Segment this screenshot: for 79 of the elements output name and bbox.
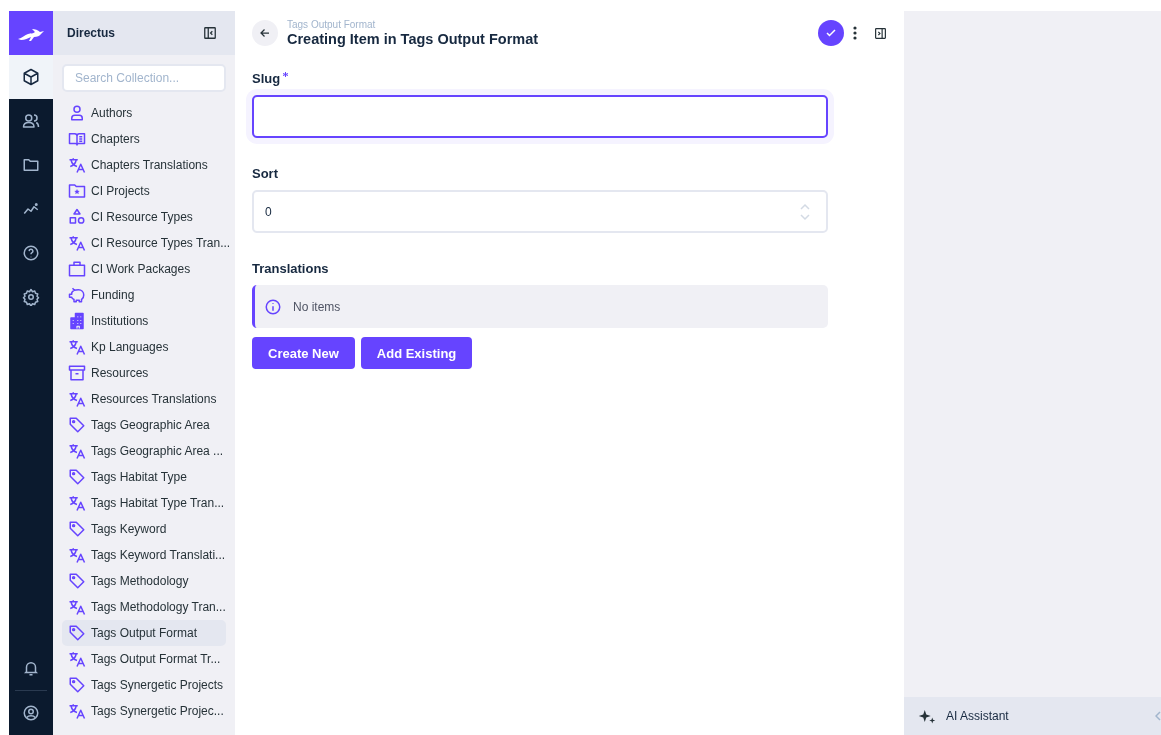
collection-item[interactable]: Resources (62, 360, 226, 386)
collection-item[interactable]: Tags Keyword Translati... (62, 542, 226, 568)
check-icon (825, 27, 837, 39)
collection-item[interactable]: CI Resource Types (62, 204, 226, 230)
folder-icon (68, 182, 86, 200)
field-label: Slug (252, 71, 281, 86)
folder-icon (22, 156, 40, 174)
collection-item[interactable]: Kp Languages (62, 334, 226, 360)
back-button[interactable] (252, 20, 278, 46)
users-icon (22, 112, 40, 130)
search-field[interactable]: Search Collection... (62, 64, 226, 92)
add-existing-button[interactable]: Add Existing (360, 337, 473, 369)
collection-item[interactable]: Funding (62, 282, 226, 308)
archive-icon (68, 364, 86, 382)
translate-icon (68, 156, 86, 174)
collection-item[interactable]: Tags Output Format (62, 620, 226, 646)
translate-icon (68, 546, 86, 564)
page-title: Creating Item in Tags Output Format (287, 30, 539, 48)
info-icon (264, 297, 282, 316)
more-options-icon[interactable] (853, 26, 857, 40)
account-icon (22, 704, 40, 722)
building-icon (68, 312, 86, 330)
collection-item[interactable]: Tags Output Format Tr... (62, 646, 226, 672)
create-new-button[interactable]: Create New (252, 337, 355, 369)
bell-icon (22, 659, 40, 677)
sort-input[interactable]: 0 (252, 190, 828, 233)
ai-assistant-label: AI Assistant (946, 709, 1009, 723)
collection-item[interactable]: Tags Habitat Type Tran... (62, 490, 226, 516)
collection-item[interactable]: Tags Synergetic Projects (62, 672, 226, 698)
collection-item[interactable]: Resources Translations (62, 386, 226, 412)
collection-item[interactable]: CI Projects (62, 178, 226, 204)
collection-item[interactable]: Institutions (62, 308, 226, 334)
collection-item[interactable]: Tags Methodology Tran... (62, 594, 226, 620)
tag-icon (68, 416, 86, 434)
tag-icon (68, 520, 86, 538)
shapes-icon (68, 208, 86, 226)
field-label: Translations (252, 261, 329, 276)
translate-icon (68, 234, 86, 252)
person-icon (68, 104, 86, 122)
collection-item[interactable]: Authors (62, 100, 226, 126)
collection-item[interactable]: CI Work Packages (62, 256, 226, 282)
translate-icon (68, 650, 86, 668)
collection-item[interactable]: Tags Keyword (62, 516, 226, 542)
collection-item[interactable]: Chapters Translations (62, 152, 226, 178)
sparkle-icon (918, 708, 936, 724)
tag-icon (68, 572, 86, 590)
settings-icon (22, 288, 40, 306)
save-button[interactable] (818, 20, 844, 46)
collection-item[interactable]: Chapters (62, 126, 226, 152)
sidebar-toggle-icon[interactable] (203, 26, 217, 40)
back-arrow-icon (259, 27, 271, 39)
cube-icon (22, 68, 40, 86)
collection-item[interactable]: Tags Geographic Area ... (62, 438, 226, 464)
slug-input[interactable] (252, 95, 828, 138)
tag-icon (68, 676, 86, 694)
collection-item[interactable]: Tags Synergetic Projec... (62, 698, 226, 724)
translate-icon (68, 338, 86, 356)
collection-item[interactable]: Tags Habitat Type (62, 464, 226, 490)
translate-icon (68, 494, 86, 512)
translate-icon (68, 442, 86, 460)
field-label: Sort (252, 166, 278, 181)
translate-icon (68, 598, 86, 616)
tag-icon (68, 624, 86, 642)
piggy-bank-icon (68, 286, 86, 304)
book-icon (68, 130, 86, 148)
translate-icon (68, 390, 86, 408)
tag-icon (68, 468, 86, 486)
briefcase-icon (68, 260, 86, 278)
notice-text: No items (293, 299, 341, 314)
project-name: Directus (67, 26, 116, 40)
help-icon (22, 244, 40, 262)
ai-assistant-bar[interactable]: AI Assistant (904, 697, 1161, 735)
collection-item[interactable]: Tags Methodology (62, 568, 226, 594)
content-module-button[interactable] (9, 55, 53, 99)
required-mark-icon (283, 72, 289, 77)
translate-icon (68, 702, 86, 720)
sidebar-toggle-icon[interactable] (874, 26, 887, 40)
collection-item[interactable]: Tags Geographic Area (62, 412, 226, 438)
logo-tile[interactable] (9, 11, 53, 55)
